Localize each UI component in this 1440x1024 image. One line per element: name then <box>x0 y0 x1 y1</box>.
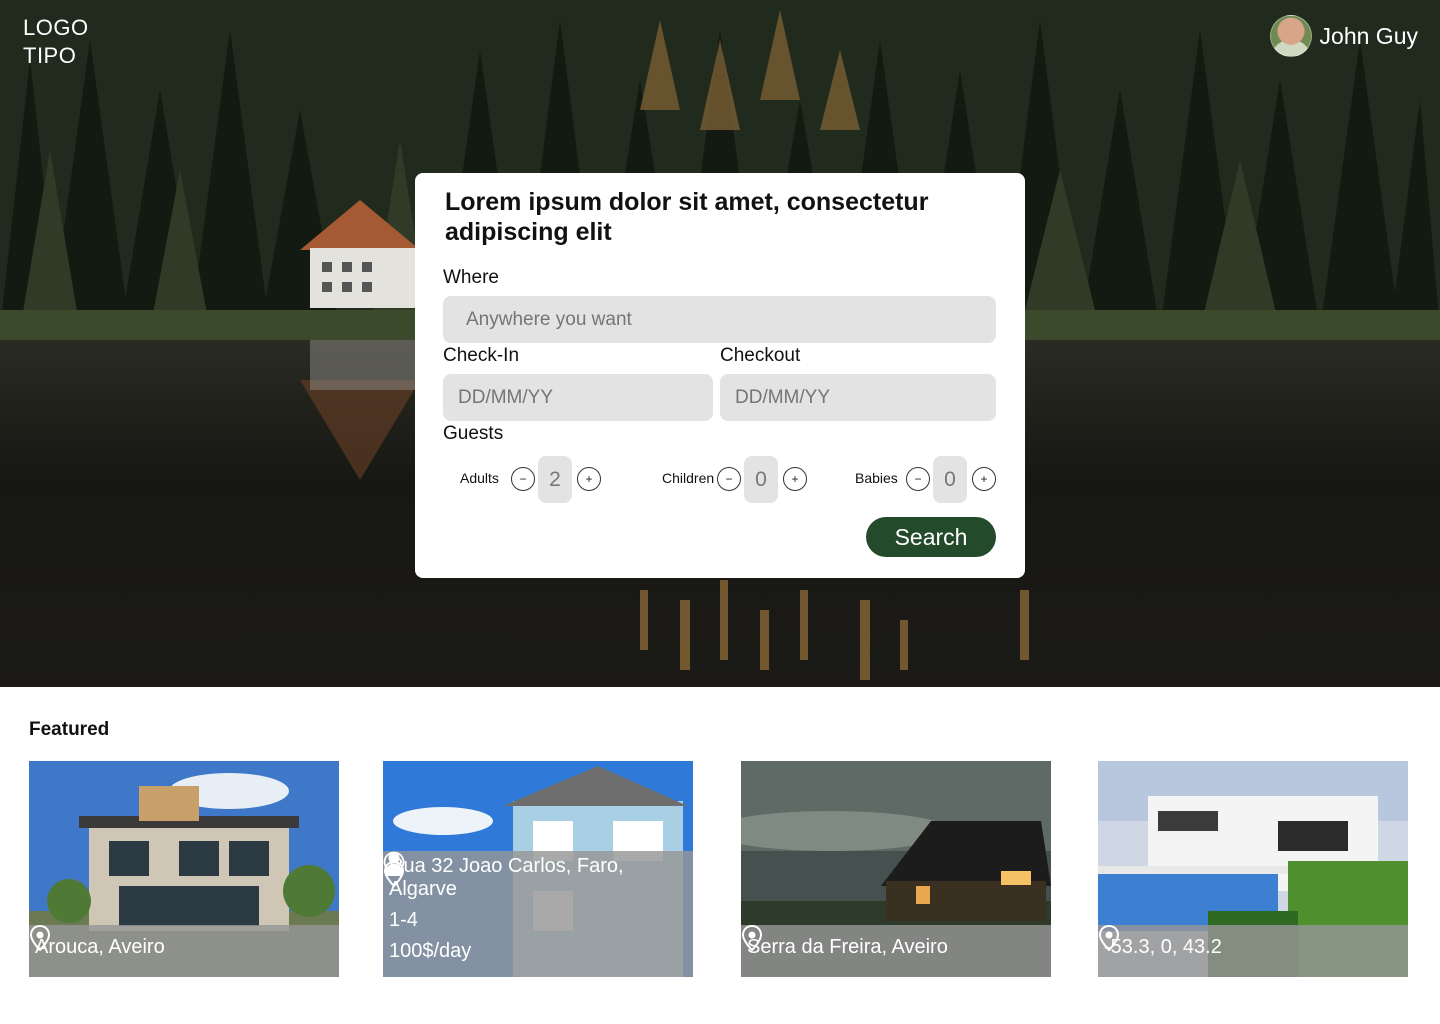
logo-line2: TIPO <box>23 43 77 68</box>
search-title: Lorem ipsum dolor sit amet, consectetur … <box>445 188 929 246</box>
featured-card-4[interactable]: -53.3, 0, 43.2 <box>1098 761 1408 977</box>
search-button[interactable]: Search <box>866 517 996 557</box>
featured-title: Featured <box>29 719 110 740</box>
babies-count[interactable]: 0 <box>933 456 967 503</box>
children-plus-button[interactable]: + <box>783 467 807 491</box>
checkin-label: Check-In <box>443 345 520 366</box>
dollar-icon: $ <box>383 851 405 873</box>
babies-minus-button[interactable]: − <box>906 467 930 491</box>
checkout-input[interactable] <box>720 374 996 421</box>
location-pin-icon <box>1098 925 1120 951</box>
adults-plus-button[interactable]: + <box>577 467 601 491</box>
where-input[interactable] <box>443 296 996 343</box>
search-card: Lorem ipsum dolor sit amet, consectetur … <box>415 173 1025 578</box>
featured-card-2-guests: 1-4 <box>389 909 418 931</box>
babies-label: Babies <box>855 470 898 486</box>
where-label: Where <box>443 267 499 288</box>
featured-card-3-caption: Serra da Freira, Aveiro <box>741 925 1051 977</box>
user-profile[interactable]: John Guy <box>1269 15 1418 57</box>
featured-card-2-location: Rua 32 Joao Carlos, Faro, Algarve <box>389 855 624 900</box>
babies-plus-button[interactable]: + <box>972 467 996 491</box>
logo-line1: LOGO <box>23 15 89 40</box>
user-name: John Guy <box>1319 22 1418 49</box>
adults-minus-button[interactable]: − <box>511 467 535 491</box>
featured-card-4-location: -53.3, 0, 43.2 <box>1104 936 1222 958</box>
featured-card-3-location: Serra da Freira, Aveiro <box>747 936 948 958</box>
featured-card-2-price: 100$/day <box>389 940 472 962</box>
featured-card-1-caption: Arouca, Aveiro <box>29 925 339 977</box>
svg-text:$: $ <box>390 854 398 870</box>
checkout-label: Checkout <box>720 345 801 366</box>
featured-card-3[interactable]: Serra da Freira, Aveiro <box>741 761 1051 977</box>
adults-label: Adults <box>460 470 499 486</box>
hero-banner: LOGO TIPO John Guy Lorem ipsum dolor sit… <box>0 0 1440 687</box>
adults-count[interactable]: 2 <box>538 456 572 503</box>
children-count[interactable]: 0 <box>744 456 778 503</box>
children-minus-button[interactable]: − <box>717 467 741 491</box>
featured-card-4-caption: -53.3, 0, 43.2 <box>1098 925 1408 977</box>
guests-label: Guests <box>443 423 504 444</box>
logo[interactable]: LOGO TIPO <box>23 14 89 70</box>
featured-card-1[interactable]: Arouca, Aveiro <box>29 761 339 977</box>
featured-card-2[interactable]: Rua 32 Joao Carlos, Faro, Algarve 1-4 $ … <box>383 761 693 977</box>
featured-card-1-location: Arouca, Aveiro <box>35 936 165 958</box>
children-label: Children <box>662 470 715 486</box>
featured-card-2-caption: Rua 32 Joao Carlos, Faro, Algarve 1-4 $ … <box>383 851 693 977</box>
location-pin-icon <box>29 925 51 951</box>
avatar[interactable] <box>1269 15 1312 57</box>
checkin-input[interactable] <box>443 374 713 421</box>
location-pin-icon <box>741 925 763 951</box>
